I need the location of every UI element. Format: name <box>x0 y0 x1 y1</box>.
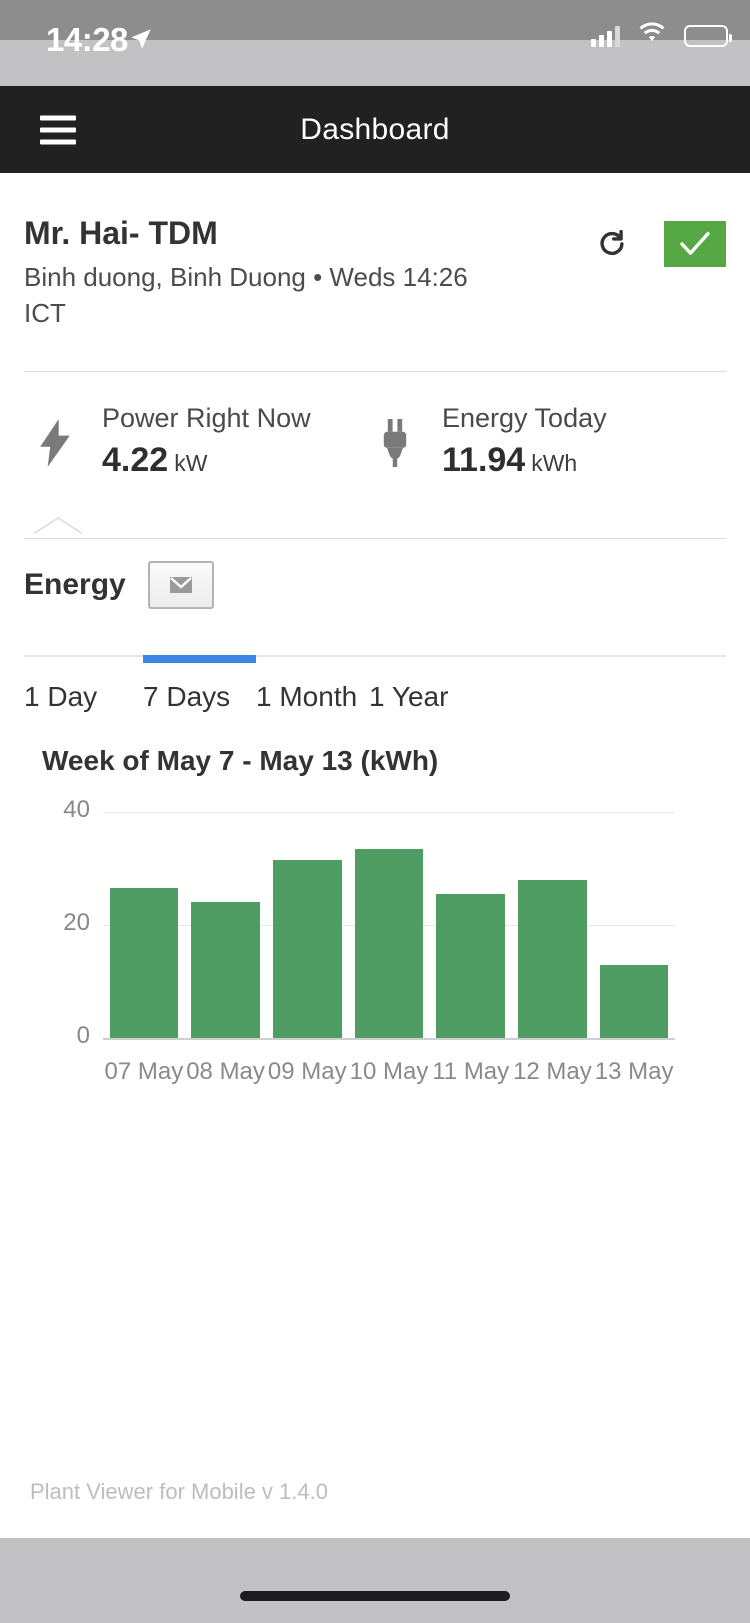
site-subtitle: Binh duong, Binh Duong • Weds 14:26 ICT <box>24 262 468 328</box>
energy-selector-row: Energy <box>0 539 750 609</box>
wifi-icon <box>637 22 667 49</box>
home-indicator[interactable] <box>240 1591 510 1601</box>
chevron-down-icon <box>169 577 192 593</box>
location-arrow-icon <box>128 26 154 57</box>
home-bar-area <box>0 1538 750 1623</box>
app-version-label: Plant Viewer for Mobile v 1.4.0 <box>30 1479 328 1504</box>
range-tabs: 1 Day 7 Days 1 Month 1 Year <box>0 655 750 713</box>
tabs-underline <box>24 655 726 657</box>
stat-energy-today: Energy Today 11.94 kWh <box>364 400 607 485</box>
energy-label: Energy <box>24 568 126 601</box>
tab-1-year[interactable]: 1 Year <box>369 681 448 713</box>
status-bar-clock: 14:28 <box>46 21 128 58</box>
stat-label: Energy Today <box>442 403 607 433</box>
energy-bar-chart[interactable]: 0 20 40 07 May 08 May 09 May 10 May 11 May 12 Ma… <box>0 796 750 1123</box>
phone-screen: 14:28 Dashboard Mr. Hai- TDM Binh duong,… <box>0 0 750 1623</box>
navigation-bar: Dashboard <box>0 86 750 173</box>
tab-7-days[interactable]: 7 Days <box>143 681 256 713</box>
tab-1-month[interactable]: 1 Month <box>256 681 369 713</box>
chart-bar[interactable] <box>191 902 260 1038</box>
stat-value: 4.22 kW <box>102 438 311 485</box>
chart-bar[interactable] <box>436 893 506 1038</box>
chart-x-tick-label: 13 May <box>594 1058 674 1085</box>
refresh-button[interactable] <box>592 224 632 264</box>
checkmark-icon <box>680 231 710 255</box>
tabs-list: 1 Day 7 Days 1 Month 1 Year <box>0 655 750 713</box>
section-divider-with-notch <box>24 517 726 539</box>
chart-title: Week of May 7 - May 13 (kWh) <box>42 745 439 776</box>
stats-row: Power Right Now 4.22 kW Energy Today 11.… <box>0 372 750 485</box>
metric-dropdown-button[interactable] <box>147 561 214 609</box>
page-title: Dashboard <box>300 112 450 146</box>
chart-bar[interactable] <box>518 879 587 1038</box>
chart-bar[interactable] <box>109 888 179 1038</box>
tab-1-day[interactable]: 1 Day <box>24 681 143 713</box>
site-header: Mr. Hai- TDM Binh duong, Binh Duong • We… <box>0 173 750 331</box>
stat-power-right-now: Power Right Now 4.22 kW <box>24 400 364 485</box>
collapse-caret-icon[interactable] <box>33 517 83 539</box>
cellular-signal-icon <box>591 25 620 47</box>
lightning-bolt-icon <box>24 418 86 467</box>
stat-number: 11.94 <box>442 441 526 479</box>
battery-icon <box>684 24 732 47</box>
status-bar-indicators <box>591 22 732 49</box>
power-plug-icon <box>364 418 426 467</box>
chart-y-tick-label: 20 <box>63 909 90 936</box>
active-tab-indicator <box>143 655 256 663</box>
status-badge[interactable] <box>664 221 726 267</box>
chart-bar[interactable] <box>354 848 424 1038</box>
chart-gridline <box>103 812 675 813</box>
stat-value: 11.94 kWh <box>442 438 607 485</box>
status-bar: 14:28 <box>0 0 750 86</box>
chart-bar[interactable] <box>272 860 342 1038</box>
refresh-icon <box>600 229 624 256</box>
stat-number: 4.22 <box>102 441 169 479</box>
stat-unit: kWh <box>531 450 578 476</box>
chart-y-tick-label: 0 <box>76 1022 90 1049</box>
chart-x-axis <box>103 1038 675 1040</box>
header-actions <box>592 221 726 267</box>
stat-unit: kW <box>174 450 208 476</box>
stat-label: Power Right Now <box>102 403 311 433</box>
chart-y-tick-label: 40 <box>63 796 90 823</box>
hamburger-menu-icon[interactable] <box>40 115 76 144</box>
main-content: Mr. Hai- TDM Binh duong, Binh Duong • We… <box>0 173 750 1123</box>
chart-bar[interactable] <box>599 964 669 1038</box>
